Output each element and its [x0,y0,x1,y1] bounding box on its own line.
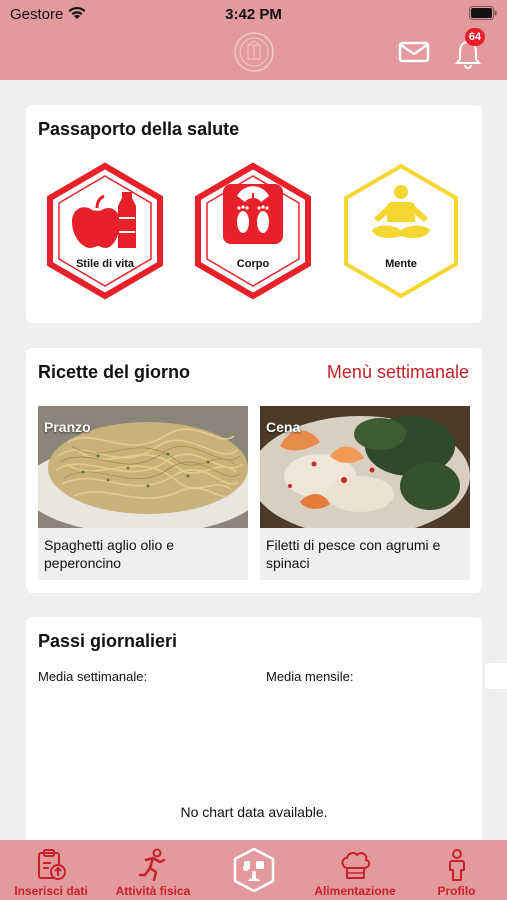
tab-profile-label: Profilo [437,884,476,898]
university-seal-logo [234,32,274,72]
tab-health-passport[interactable] [204,840,304,900]
steps-title: Passi giornalieri [38,631,178,651]
scale-icon [223,184,283,244]
passport-body-label: Corpo [236,258,270,270]
recipe-dinner-meal: Cena [266,419,301,435]
recipe-lunch-name: Spaghetti aglio olio e peperoncino [44,537,174,571]
tab-insert-data[interactable]: Inserisci dati [0,840,102,900]
passport-hex-icon [233,847,275,893]
bottom-tab-bar: Inserisci dati Attività fisica Alimentaz… [0,840,507,900]
chef-hat-icon [341,851,371,879]
daily-recipes-card: Ricette del giorno Menù settimanale Pran… [26,348,482,593]
recipe-dinner-name: Filetti di pesce con agrumi e spinaci [266,537,441,571]
tab-nutrition[interactable]: Alimentazione [304,840,406,900]
recipe-lunch-meal: Pranzo [44,419,91,435]
status-time: 3:42 PM [225,6,282,23]
tab-physical-activity[interactable]: Attività fisica [102,840,204,900]
tab-profile[interactable]: Profilo [406,840,507,900]
passport-title: Passaporto della salute [38,119,240,139]
running-icon [138,848,166,882]
apple-bottle-icon [72,192,136,248]
person-icon [448,849,465,881]
passport-mind-label: Mente [385,258,417,270]
card-pager-handle[interactable] [485,663,507,689]
passport-lifestyle-button[interactable]: Stile di vita [44,162,166,302]
monthly-average-label: Media mensile: [266,669,354,684]
no-chart-data-message: No chart data available. [180,804,328,820]
recipe-lunch-card[interactable]: Pranzo Spaghetti aglio olio e peperoncin… [38,406,248,580]
tab-physical-activity-label: Attività fisica [115,884,191,898]
battery-icon [469,6,497,20]
passport-lifestyle-label: Stile di vita [75,258,135,270]
status-bar: Gestore 3:42 PM [0,0,507,28]
recipes-title: Ricette del giorno [38,362,191,382]
weekly-menu-link[interactable]: Menù settimanale [327,362,469,383]
health-passport-card: Passaporto della salute Stile di vita Co… [26,105,482,323]
app-header: Gestore 3:42 PM 64 [0,0,507,80]
notification-badge: 64 [465,28,485,46]
recipe-dinner-card[interactable]: Cena Filetti di pesce con agrumi e spina… [260,406,470,580]
tab-nutrition-label: Alimentazione [314,884,396,898]
daily-steps-card: Passi giornalieri Media settimanale: Med… [26,617,482,857]
tab-insert-data-label: Inserisci dati [14,884,88,898]
weekly-average-label: Media settimanale: [38,669,148,684]
clipboard-upload-icon [38,849,66,880]
messages-button[interactable] [397,38,431,66]
meditation-icon [372,185,430,238]
passport-mind-button[interactable]: Mente [340,162,462,302]
passport-body-button[interactable]: Corpo [192,162,314,302]
